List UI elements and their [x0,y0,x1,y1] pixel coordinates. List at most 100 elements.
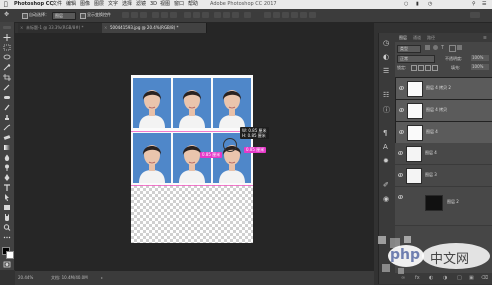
marquee-tool-icon[interactable] [3,44,11,51]
clone-stamp-tool-icon[interactable] [3,114,11,121]
3d-pan-button[interactable] [291,12,298,18]
lock-transparency-icon[interactable] [411,65,417,71]
menu-3d[interactable]: 3D [150,0,157,9]
rectangle-tool-icon[interactable] [3,204,11,211]
more-tools-icon[interactable] [3,234,11,241]
menu-image[interactable]: 图像 [80,0,90,9]
id-photo[interactable] [173,133,211,183]
layer-name[interactable]: 图层 4 拷贝 [426,107,447,113]
lock-pixels-icon[interactable] [418,65,424,71]
brush-tool-icon[interactable] [3,104,11,111]
layer-filter-dropdown[interactable]: 类型 [397,45,421,53]
layer-row[interactable]: 图层 4 [395,143,492,165]
distribute-left-button[interactable] [214,12,221,18]
align-right-button[interactable] [170,12,177,18]
visibility-eye-icon[interactable] [399,108,404,112]
clock-icon[interactable]: ◷ [428,0,432,9]
crop-tool-icon[interactable] [3,74,11,81]
tab-paths[interactable]: 路径 [427,35,435,41]
auto-align-button[interactable] [244,12,251,18]
tab-layers[interactable]: 图层 [399,35,407,41]
lock-all-icon[interactable] [432,65,438,71]
align-hcenter-button[interactable] [161,12,168,18]
auto-select-dropdown[interactable]: 图层 [52,12,76,20]
layer-name[interactable]: 图层 4 拷贝 2 [426,85,451,91]
type-tool-icon[interactable] [3,184,11,191]
quick-mask-icon[interactable] [3,261,11,268]
quick-select-tool-icon[interactable] [3,64,11,71]
blend-mode-dropdown[interactable]: 正常 [397,55,435,63]
menu-list-icon[interactable]: ☰ [482,0,486,9]
menu-type[interactable]: 文字 [108,0,118,9]
layer-row[interactable]: 图层 4 拷贝 [395,99,492,122]
character-icon[interactable]: A [383,143,391,151]
layer-row[interactable]: 图层 2 [395,187,492,226]
distribute-right-button[interactable] [232,12,239,18]
info-icon[interactable]: ⓘ [383,105,391,114]
move-tool-icon[interactable] [3,34,11,41]
paragraph-icon[interactable]: ¶ [383,129,391,137]
3d-mode-button[interactable] [264,12,271,18]
opacity-input[interactable]: 100% [471,55,489,61]
search-icon[interactable]: ⚲ [472,0,476,9]
close-icon[interactable]: × [104,23,107,33]
color-icon[interactable]: ◐ [383,53,391,61]
distribute-bottom-button[interactable] [202,12,209,18]
layer-row[interactable]: 图层 4 [395,121,492,144]
fill-input[interactable]: 100% [471,64,489,70]
id-photo[interactable] [213,78,251,128]
distribute-vcenter-button[interactable] [193,12,200,18]
brush-settings-icon[interactable]: ✐ [383,181,391,189]
menu-help[interactable]: 帮助 [188,0,198,9]
document-size[interactable]: 文档: 10.4M/40.0M [51,271,88,285]
3d-slide-button[interactable] [300,12,307,18]
eyedropper-tool-icon[interactable] [3,84,11,91]
visibility-eye-icon[interactable] [398,195,403,199]
document-canvas[interactable] [131,75,253,243]
layer-name[interactable]: 图层 4 [425,150,437,156]
filter-smart-icon[interactable] [457,45,462,50]
gradient-tool-icon[interactable] [3,144,11,151]
dodge-tool-icon[interactable] [3,164,11,171]
3d-scale-button[interactable] [309,12,316,18]
tab-photo-jpg[interactable]: × 500441593.jpg @ 20.4%(RGB/8) * [102,23,207,33]
3d-rotate-button[interactable] [273,12,280,18]
align-left-button[interactable] [152,12,159,18]
layer-name[interactable]: 图层 4 [426,129,438,135]
menu-select[interactable]: 选择 [122,0,132,9]
zoom-tool-icon[interactable] [3,224,11,231]
workspace-button[interactable] [470,12,480,18]
menu-edit[interactable]: 编辑 [66,0,76,9]
eraser-tool-icon[interactable] [3,134,11,141]
pen-tool-icon[interactable] [3,174,11,181]
glyphs-icon[interactable]: ✹ [383,157,391,165]
distribute-top-button[interactable] [184,12,191,18]
3d-roll-button[interactable] [282,12,289,18]
adjust-icon[interactable]: ☰ [383,67,391,75]
menu-layer[interactable]: 图层 [94,0,104,9]
properties-icon[interactable]: ☷ [383,91,391,99]
tab-channels[interactable]: 通道 [413,35,421,41]
move-tool-icon[interactable]: ✥ [4,11,9,18]
layer-name[interactable]: 图层 2 [447,199,459,205]
id-photo[interactable] [133,78,171,128]
history-icon[interactable]: ◷ [383,39,391,47]
apple-icon[interactable]:  [4,0,8,9]
tools-collapse-handle[interactable] [3,26,11,29]
healing-brush-tool-icon[interactable] [3,94,11,101]
tab-untitled-1[interactable]: × 未标题-1 @ 33.3%(RGB/8#) * [18,23,109,33]
layer-row[interactable]: 图层 4 拷贝 2 [395,77,492,100]
menu-filter[interactable]: 滤镜 [136,0,146,9]
filter-adjust-icon[interactable] [433,45,438,50]
wifi-icon[interactable]: ○ [404,0,408,9]
clone-source-icon[interactable]: ◉ [383,195,391,203]
layer-row[interactable]: 图层 3 [395,165,492,187]
path-selection-tool-icon[interactable] [3,194,11,201]
menu-view[interactable]: 视图 [160,0,170,9]
visibility-eye-icon[interactable] [399,86,404,90]
zoom-level[interactable]: 20.44% [18,271,33,285]
app-menu[interactable]: Photoshop CC [14,0,53,9]
filter-pixel-icon[interactable] [425,45,430,50]
align-bottom-button[interactable] [140,12,147,18]
panel-menu-icon[interactable]: ☰ [483,35,487,40]
